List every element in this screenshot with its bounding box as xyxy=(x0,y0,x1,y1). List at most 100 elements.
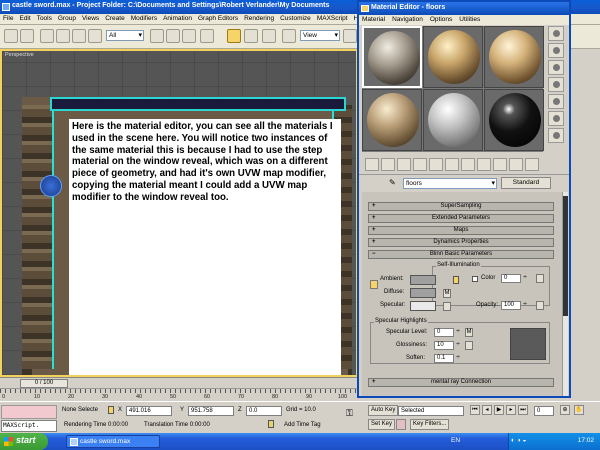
menu-graph-editors[interactable]: Graph Editors xyxy=(198,15,238,24)
sample-slot[interactable] xyxy=(362,89,422,151)
sample-slot[interactable] xyxy=(423,89,483,151)
material-type-button[interactable]: Standard xyxy=(501,177,551,189)
select-by-name-icon[interactable] xyxy=(150,29,164,43)
diffuse-map-button[interactable]: M xyxy=(443,289,451,298)
diffuse-color-swatch[interactable] xyxy=(410,288,436,298)
transform-gizmo-icon[interactable] xyxy=(40,175,62,197)
tray-icons[interactable]: ◐ ◑ ◒ xyxy=(511,437,526,444)
menu-create[interactable]: Create xyxy=(105,15,125,24)
sample-slot[interactable] xyxy=(362,26,422,88)
manipulate-icon[interactable] xyxy=(282,29,296,43)
rollout-scrollbar[interactable] xyxy=(562,192,568,396)
menu-group[interactable]: Group xyxy=(58,15,76,24)
menu-animation[interactable]: Animation xyxy=(163,15,192,24)
show-end-result-icon[interactable] xyxy=(509,158,523,171)
me-menu-options[interactable]: Options xyxy=(430,16,452,25)
uv-tiling-icon[interactable] xyxy=(548,77,564,92)
taskbar-item-max[interactable]: castle sword.max xyxy=(66,435,160,448)
goto-end-icon[interactable]: ⏭ xyxy=(518,405,528,415)
language-indicator[interactable]: EN xyxy=(451,437,460,444)
auto-key-button[interactable]: Auto Key xyxy=(368,405,399,416)
track-bar[interactable]: 0 10 20 30 40 50 60 70 80 90 100 xyxy=(0,388,358,401)
material-id-icon[interactable] xyxy=(477,158,491,171)
menu-views[interactable]: Views xyxy=(82,15,99,24)
window-crossing-icon[interactable] xyxy=(182,29,196,43)
y-coordinate-field[interactable]: 951.758 xyxy=(188,406,234,416)
self-illum-color-checkbox[interactable] xyxy=(472,276,478,282)
material-editor-titlebar[interactable]: Material Editor - floors xyxy=(359,2,569,15)
make-preview-icon[interactable] xyxy=(548,111,564,126)
video-color-check-icon[interactable] xyxy=(548,94,564,109)
show-map-icon[interactable] xyxy=(493,158,507,171)
rollout-supersampling[interactable]: + SuperSampling xyxy=(368,202,554,211)
go-to-parent-icon[interactable] xyxy=(525,158,539,171)
start-button[interactable]: start xyxy=(0,433,48,450)
unlink-icon[interactable] xyxy=(56,29,70,43)
put-to-scene-icon[interactable] xyxy=(381,158,395,171)
me-menu-navigation[interactable]: Navigation xyxy=(392,16,423,25)
assign-to-selection-icon[interactable] xyxy=(397,158,411,171)
menu-file[interactable]: File xyxy=(3,15,13,24)
self-illum-map-button[interactable] xyxy=(536,274,544,283)
opacity-map-button[interactable] xyxy=(536,301,544,310)
specular-level-spinner[interactable]: 0 xyxy=(434,328,460,337)
key-filters-button[interactable]: Key Filters... xyxy=(410,419,450,430)
rollout-dynamics-properties[interactable]: + Dynamics Properties xyxy=(368,238,554,247)
key-icon[interactable]: ⚿ xyxy=(346,408,353,419)
glossiness-map-button[interactable] xyxy=(465,341,473,350)
select-and-link-icon[interactable] xyxy=(200,29,214,43)
options-icon[interactable] xyxy=(548,128,564,143)
reset-map-icon[interactable] xyxy=(413,158,427,171)
maxscript-listener[interactable]: MAXScript. xyxy=(1,420,57,432)
menu-rendering[interactable]: Rendering xyxy=(244,15,274,24)
rollout-maps[interactable]: + Maps xyxy=(368,226,554,235)
reference-coordinate-select[interactable]: View xyxy=(300,30,340,41)
menu-edit[interactable]: Edit xyxy=(19,15,30,24)
make-unique-icon[interactable] xyxy=(445,158,459,171)
me-menu-material[interactable]: Material xyxy=(362,16,385,25)
menu-customize[interactable]: Customize xyxy=(280,15,311,24)
lock-ambient-icon[interactable] xyxy=(453,276,459,284)
time-tag-icon[interactable] xyxy=(268,420,274,428)
menu-tools[interactable]: Tools xyxy=(37,15,52,24)
menu-modifiers[interactable]: Modifiers xyxy=(131,15,157,24)
me-menu-utilities[interactable]: Utilities xyxy=(459,16,480,25)
glossiness-spinner[interactable]: 10 xyxy=(434,341,460,350)
sample-slot[interactable] xyxy=(423,26,483,88)
sample-slot[interactable] xyxy=(484,89,544,151)
rollout-extended-parameters[interactable]: + Extended Parameters xyxy=(368,214,554,223)
menu-maxscript[interactable]: MAXScript xyxy=(317,15,348,24)
rollout-mental-ray-connection[interactable]: + mental ray Connection xyxy=(368,378,554,387)
select-object-icon[interactable] xyxy=(88,29,102,43)
set-key-icon[interactable] xyxy=(396,419,406,430)
select-and-move-icon[interactable] xyxy=(227,29,241,43)
soften-spinner[interactable]: 0.1 xyxy=(434,354,460,363)
backlight-icon[interactable] xyxy=(548,43,564,58)
scrollbar-thumb[interactable] xyxy=(563,196,568,316)
sample-slot[interactable] xyxy=(484,26,544,88)
pan-view-icon[interactable]: ✋ xyxy=(574,405,584,415)
redo-icon[interactable] xyxy=(20,29,34,43)
sample-type-icon[interactable] xyxy=(548,26,564,41)
prev-frame-icon[interactable]: ◂ xyxy=(482,405,492,415)
rectangular-selection-icon[interactable] xyxy=(166,29,180,43)
current-frame-field[interactable]: 0 xyxy=(534,406,554,416)
material-name-select[interactable]: floors xyxy=(403,178,497,189)
background-icon[interactable] xyxy=(548,60,564,75)
z-coordinate-field[interactable]: 0.0 xyxy=(246,406,282,416)
select-and-rotate-icon[interactable] xyxy=(244,29,258,43)
zoom-extents-icon[interactable]: ⊕ xyxy=(560,405,570,415)
viewport-label[interactable]: Perspective xyxy=(5,52,34,58)
key-mode-select[interactable]: Selected xyxy=(398,406,464,416)
lock-ambient-diffuse-icon[interactable] xyxy=(370,280,378,289)
selection-lock-icon[interactable] xyxy=(108,406,114,414)
get-material-icon[interactable] xyxy=(365,158,379,171)
self-illum-color-spinner[interactable]: 0 xyxy=(501,274,527,283)
ambient-color-swatch[interactable] xyxy=(410,275,436,285)
make-copy-icon[interactable] xyxy=(429,158,443,171)
undo-icon[interactable] xyxy=(4,29,18,43)
time-slider-track[interactable]: 0 / 100 xyxy=(0,377,358,388)
specular-level-map-button[interactable]: M xyxy=(465,328,473,337)
play-icon[interactable]: ▶ xyxy=(494,405,504,415)
opacity-spinner[interactable]: 100 xyxy=(501,301,527,310)
